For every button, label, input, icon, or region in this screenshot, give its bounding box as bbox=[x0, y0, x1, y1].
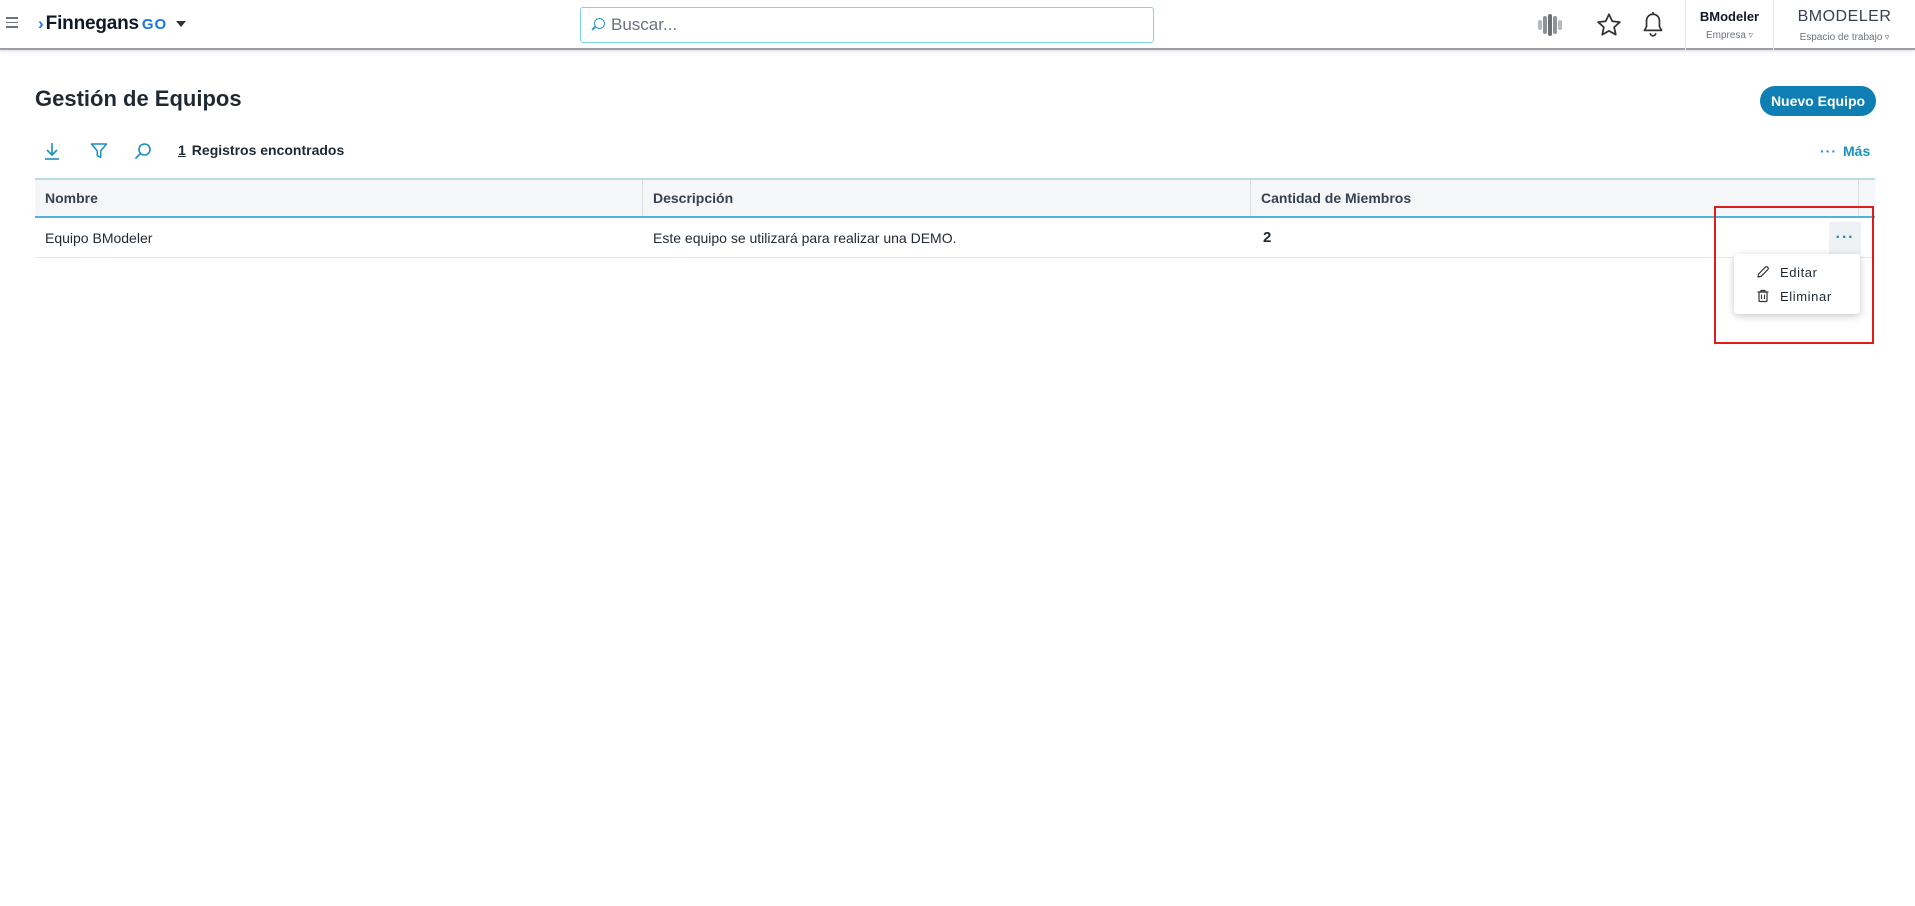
column-header-name[interactable]: Nombre bbox=[35, 180, 643, 216]
cell-name: Equipo BModeler bbox=[45, 229, 153, 246]
caret-down-icon[interactable] bbox=[176, 21, 187, 27]
page-title: Gestión de Equipos bbox=[35, 86, 242, 111]
star-icon[interactable] bbox=[1594, 10, 1624, 40]
cell-members: 2 bbox=[1263, 229, 1272, 246]
logo-suffix: GO bbox=[141, 15, 168, 33]
cell-description: Este equipo se utilizará para realizar u… bbox=[653, 229, 957, 246]
menu-item-edit[interactable]: Editar bbox=[1734, 260, 1860, 284]
menu-item-edit-label: Editar bbox=[1780, 264, 1818, 280]
column-header-description[interactable]: Descripción bbox=[643, 180, 1251, 216]
company-selector[interactable]: BModeler Empresa bbox=[1685, 0, 1773, 50]
row-actions-menu: Editar Eliminar bbox=[1734, 254, 1860, 314]
more-label: Más bbox=[1843, 143, 1871, 159]
logo-text: Finnegans bbox=[45, 13, 139, 34]
menu-item-delete[interactable]: Eliminar bbox=[1734, 284, 1860, 308]
records-count: 1 bbox=[178, 142, 186, 158]
download-icon[interactable] bbox=[41, 140, 63, 162]
logo-chevron-icon: › bbox=[38, 14, 44, 33]
records-summary: 1 Registros encontrados bbox=[178, 142, 344, 158]
table-search-icon[interactable] bbox=[132, 140, 154, 162]
more-button[interactable]: ··· Más bbox=[1820, 143, 1870, 159]
menu-icon[interactable] bbox=[6, 14, 20, 34]
new-team-button[interactable]: Nuevo Equipo bbox=[1760, 86, 1876, 116]
company-label: Empresa bbox=[1706, 30, 1753, 41]
bell-icon[interactable] bbox=[1638, 10, 1668, 40]
menu-item-delete-label: Eliminar bbox=[1780, 288, 1832, 304]
workspace-selector[interactable]: BMODELER Espacio de trabajo bbox=[1773, 0, 1915, 50]
pencil-icon bbox=[1757, 266, 1769, 278]
records-label: Registros encontrados bbox=[191, 142, 345, 158]
company-name: BModeler bbox=[1699, 9, 1760, 24]
brand-mark-icon[interactable] bbox=[1535, 10, 1565, 40]
trash-icon bbox=[1757, 289, 1769, 303]
top-bar: › Finnegans GO BModeler Empresa BMODELER… bbox=[0, 0, 1915, 50]
column-header-members[interactable]: Cantidad de Miembros bbox=[1251, 180, 1859, 216]
workspace-name: BMODELER bbox=[1797, 7, 1892, 25]
table-header: Nombre Descripción Cantidad de Miembros bbox=[35, 178, 1875, 218]
app-logo[interactable]: › Finnegans GO bbox=[38, 12, 187, 36]
column-header-actions bbox=[1859, 180, 1875, 216]
search-icon bbox=[591, 18, 605, 32]
filter-icon[interactable] bbox=[88, 140, 110, 162]
workspace-label: Espacio de trabajo bbox=[1800, 32, 1890, 43]
table-row[interactable]: Equipo BModeler Este equipo se utilizará… bbox=[35, 218, 1875, 258]
search-input[interactable] bbox=[611, 15, 1131, 35]
global-search[interactable] bbox=[580, 7, 1154, 43]
teams-table: Nombre Descripción Cantidad de Miembros … bbox=[35, 178, 1875, 258]
row-actions-button[interactable]: ··· bbox=[1829, 222, 1861, 254]
more-dots-icon: ··· bbox=[1820, 143, 1837, 159]
